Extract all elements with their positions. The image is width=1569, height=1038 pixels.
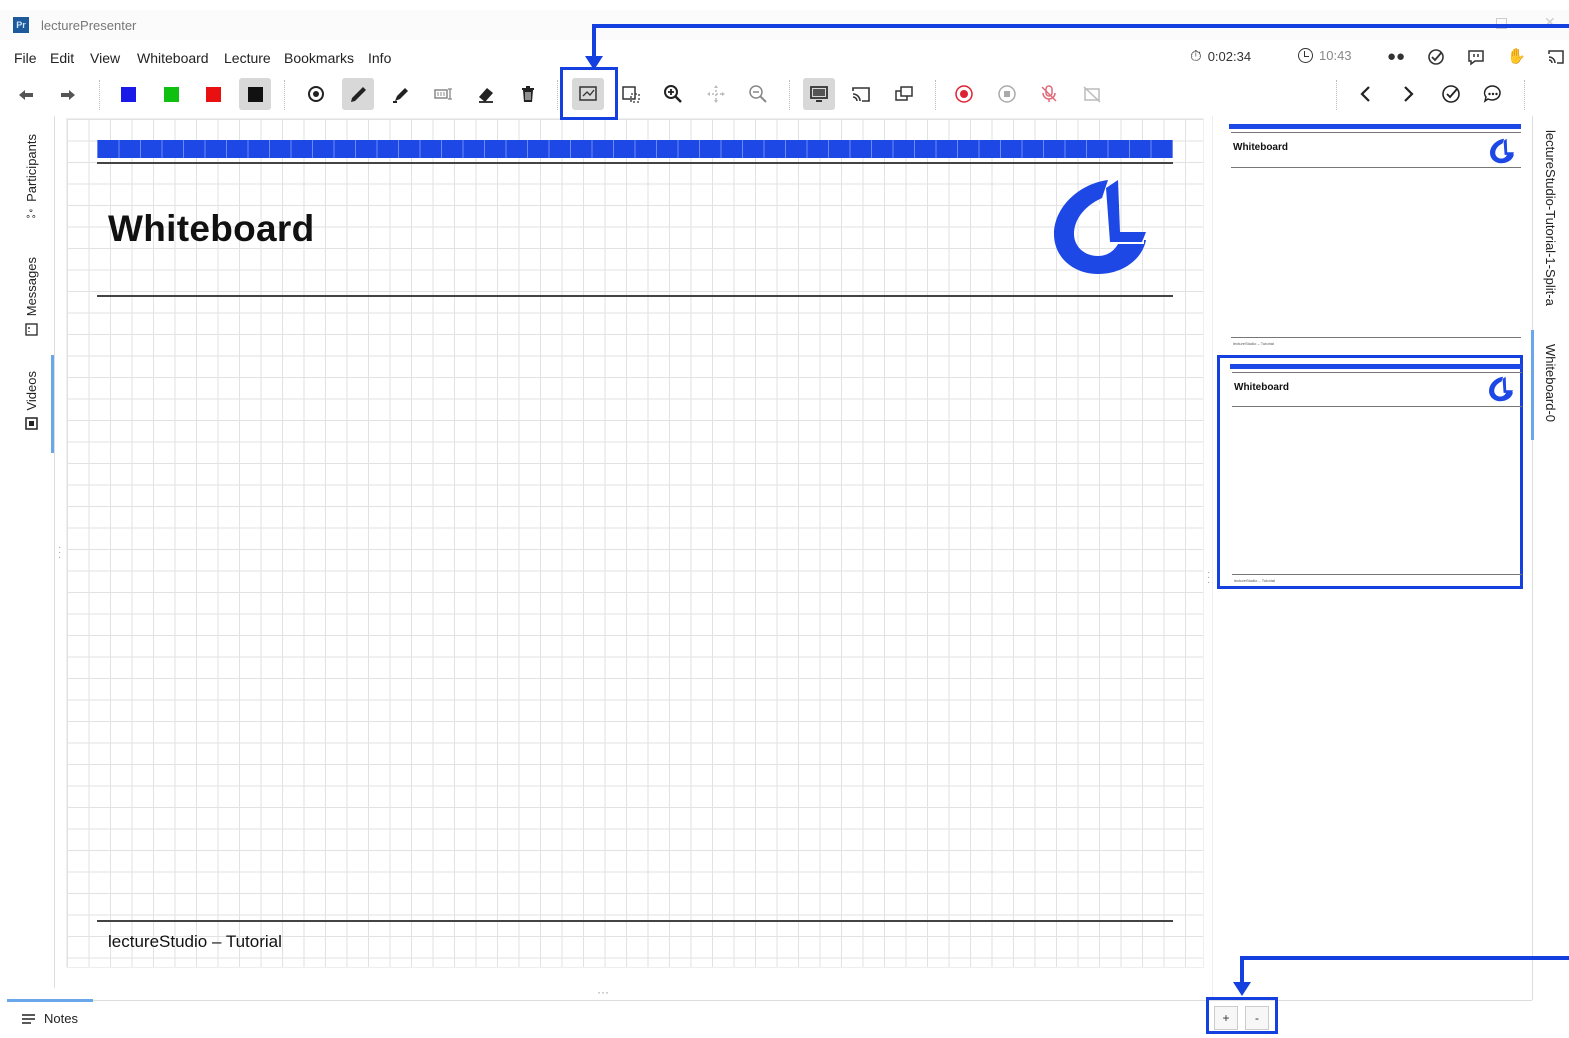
close-button[interactable]: ✕	[1544, 14, 1556, 31]
videos-tab-indicator	[51, 355, 54, 453]
menu-bar: File Edit View Whiteboard Lecture Bookma…	[0, 42, 1569, 72]
raise-hand-icon[interactable]: ✋	[1507, 48, 1526, 66]
record-button[interactable]	[948, 78, 980, 110]
slide-preview-panel: Whiteboard lectureStudio – Tutorial Whit…	[1212, 116, 1532, 1000]
annotation-line-top-down	[592, 24, 596, 60]
menu-view[interactable]: View	[90, 50, 120, 66]
slide-preview-2-logo	[1488, 376, 1514, 407]
quiz-button[interactable]	[1435, 78, 1467, 110]
annotation-line-top	[592, 24, 1569, 28]
quiz-check-icon[interactable]	[1427, 48, 1445, 66]
slide-footer: lectureStudio – Tutorial	[108, 932, 282, 951]
pan-button[interactable]	[700, 78, 732, 110]
messages-icon	[24, 322, 38, 341]
select-area-button[interactable]	[615, 78, 647, 110]
notes-icon	[22, 1013, 35, 1024]
videos-icon	[24, 417, 38, 435]
stopwatch-icon: ⏱	[1190, 48, 1202, 65]
microphone-muted-button[interactable]	[1033, 78, 1065, 110]
next-page-button[interactable]	[1392, 78, 1424, 110]
tab-document-whiteboard[interactable]: Whiteboard-0	[1543, 344, 1558, 422]
left-splitter-handle[interactable]: · · ·	[58, 543, 61, 563]
tab-participants[interactable]: Participants ஃ	[7, 126, 55, 231]
cast-icon[interactable]	[1547, 48, 1565, 66]
slide-preview-2-selected[interactable]: Whiteboard lectureStudio – Tutorial	[1217, 355, 1523, 589]
annotation-arrow-bottom	[1233, 982, 1251, 996]
slide-title: Whiteboard	[108, 208, 315, 249]
menu-edit[interactable]: Edit	[50, 50, 74, 66]
glasses-icon[interactable]: ●●	[1387, 48, 1405, 66]
redo-button[interactable]	[52, 78, 84, 110]
color-red-button[interactable]	[197, 78, 229, 110]
tab-notes[interactable]: Notes	[21, 1011, 78, 1026]
color-black-button[interactable]	[239, 78, 271, 110]
eraser-tool-button[interactable]	[470, 78, 502, 110]
toolbar	[0, 74, 1569, 116]
bottom-bar: Notes	[7, 999, 1532, 1036]
stop-recording-button[interactable]	[991, 78, 1023, 110]
right-splitter-handle[interactable]: · · ·	[1207, 568, 1210, 588]
slide-footer-line	[97, 920, 1173, 922]
document-tab-indicator	[1531, 330, 1534, 440]
menu-info[interactable]: Info	[368, 50, 391, 66]
zoom-out-button[interactable]	[742, 78, 774, 110]
slide-header-bar	[97, 140, 1173, 158]
annotation-line-bottom	[1240, 956, 1569, 960]
slide-preview-1-title: Whiteboard	[1233, 142, 1288, 153]
left-tab-rail: Participants ஃ Messages Videos	[7, 116, 55, 988]
highlight-box-page-buttons	[1206, 997, 1278, 1034]
notes-tab-indicator	[7, 999, 93, 1002]
participants-icon: ஃ	[26, 207, 36, 222]
stopwatch-value: 0:02:34	[1207, 49, 1252, 64]
slide-preview-2-title: Whiteboard	[1234, 382, 1289, 393]
app-icon: Pr	[13, 17, 29, 33]
tab-document-tutorial[interactable]: lectureStudio-Tutorial-1-Split-a	[1543, 130, 1558, 306]
slide-title-underline	[97, 295, 1173, 297]
document-tab-rail: lectureStudio-Tutorial-1-Split-a Whitebo…	[1532, 116, 1569, 1000]
lecturestudio-logo	[1050, 178, 1150, 281]
tab-participants-label: Participants	[23, 133, 39, 202]
chat-icon[interactable]	[1467, 48, 1485, 66]
annotation-line-bottom-down	[1240, 956, 1244, 984]
menu-whiteboard[interactable]: Whiteboard	[137, 50, 209, 66]
pointer-tool-button[interactable]	[300, 78, 332, 110]
tab-messages-label: Messages	[23, 257, 39, 317]
menu-file[interactable]: File	[14, 50, 37, 66]
slide-preview-1-footer: lectureStudio – Tutorial	[1233, 341, 1274, 346]
menu-bookmarks[interactable]: Bookmarks	[284, 50, 354, 66]
text-box-tool-button[interactable]	[427, 78, 459, 110]
highlight-box-whiteboard-button	[560, 67, 618, 120]
tab-notes-label: Notes	[44, 1011, 78, 1026]
window-title: lecturePresenter	[41, 18, 137, 33]
menu-lecture[interactable]: Lecture	[224, 50, 271, 66]
annotation-arrow-top	[585, 56, 603, 70]
tab-videos-label: Videos	[23, 371, 39, 411]
slide-header-line	[97, 162, 1173, 164]
bottom-splitter-handle[interactable]: ···	[597, 986, 609, 998]
slide-preview-1[interactable]: Whiteboard lectureStudio – Tutorial	[1219, 116, 1525, 348]
tab-videos[interactable]: Videos	[7, 368, 55, 438]
previous-page-button[interactable]	[1350, 78, 1382, 110]
clock: 10:43	[1298, 48, 1352, 63]
pen-tool-button[interactable]	[342, 78, 374, 110]
clock-icon	[1298, 48, 1313, 63]
messages-button[interactable]	[1477, 78, 1509, 110]
slide-preview-2-footer: lectureStudio – Tutorial	[1234, 578, 1275, 583]
color-blue-button[interactable]	[112, 78, 144, 110]
delete-all-button[interactable]	[512, 78, 544, 110]
color-green-button[interactable]	[155, 78, 187, 110]
screen-share-button[interactable]	[845, 78, 877, 110]
presentation-window-button[interactable]	[888, 78, 920, 110]
clock-value: 10:43	[1319, 48, 1352, 63]
camera-disabled-button[interactable]	[1076, 78, 1108, 110]
stopwatch[interactable]: ⏱ 0:02:34	[1190, 48, 1251, 65]
display-button[interactable]	[803, 78, 835, 110]
highlighter-tool-button[interactable]	[385, 78, 417, 110]
tab-messages[interactable]: Messages	[7, 254, 55, 344]
slide-preview-1-logo	[1489, 138, 1515, 169]
zoom-in-button[interactable]	[657, 78, 689, 110]
undo-button[interactable]	[10, 78, 42, 110]
